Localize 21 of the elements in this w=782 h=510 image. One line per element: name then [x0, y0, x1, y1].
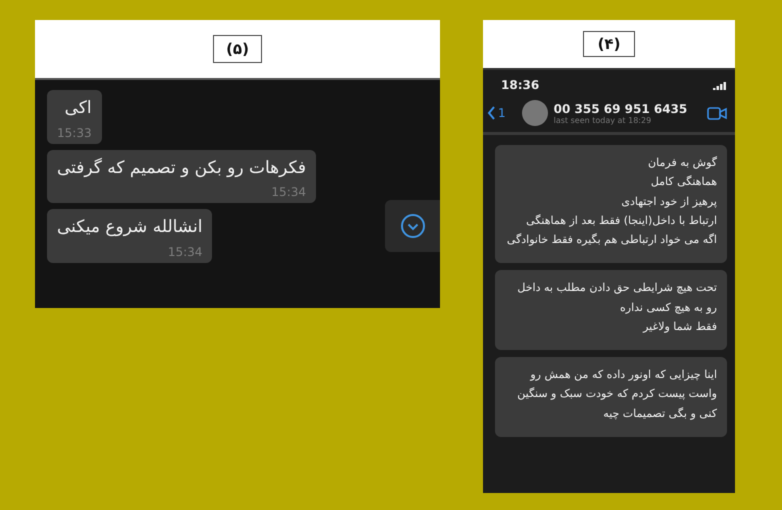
figure-label: (۵)	[213, 35, 262, 63]
message-text: اینا چیزایی که اونور داده که من همش رو واست پیست کردم که خودت سبک و سنگین کنی و بگی تصمیمات چیه	[516, 367, 717, 422]
last-seen-text: last seen today at 18:29	[554, 116, 652, 124]
signal-icon	[713, 80, 727, 90]
scroll-down-button[interactable]	[385, 200, 440, 252]
contact-name: 00 355 69 951 6435	[554, 102, 688, 116]
chevron-down-icon	[400, 213, 426, 239]
status-time: 18:36	[501, 78, 540, 92]
message-text: اکی	[64, 97, 92, 120]
back-chevron-icon	[487, 106, 496, 120]
video-call-icon[interactable]	[707, 106, 727, 120]
message-text: گوش به فرمان هماهنگی کامل پرهیز از خود اجتهادی ارتباط با داخل(اینجا) فقط بعد از هماهنگی اگه می خواد ارتباطی هم بگیره فقط خانوادگی	[506, 155, 717, 248]
avatar	[522, 100, 548, 126]
message-text: انشالله شروع میکنی	[57, 216, 202, 239]
message-time: 15:33	[57, 126, 92, 140]
figure-label: (۴)	[582, 31, 636, 57]
message-time: 15:34	[271, 185, 306, 199]
message-text: تحت هیچ شرایطی حق دادن مطلب به داخل رو به هیچ کسی نداره فقط شما ولاغیر	[516, 280, 717, 335]
back-button[interactable]: 1	[487, 106, 506, 120]
message-time: 15:34	[168, 244, 202, 258]
message-text: فکرهات رو بکن و تصمیم که گرفتی	[57, 156, 306, 180]
